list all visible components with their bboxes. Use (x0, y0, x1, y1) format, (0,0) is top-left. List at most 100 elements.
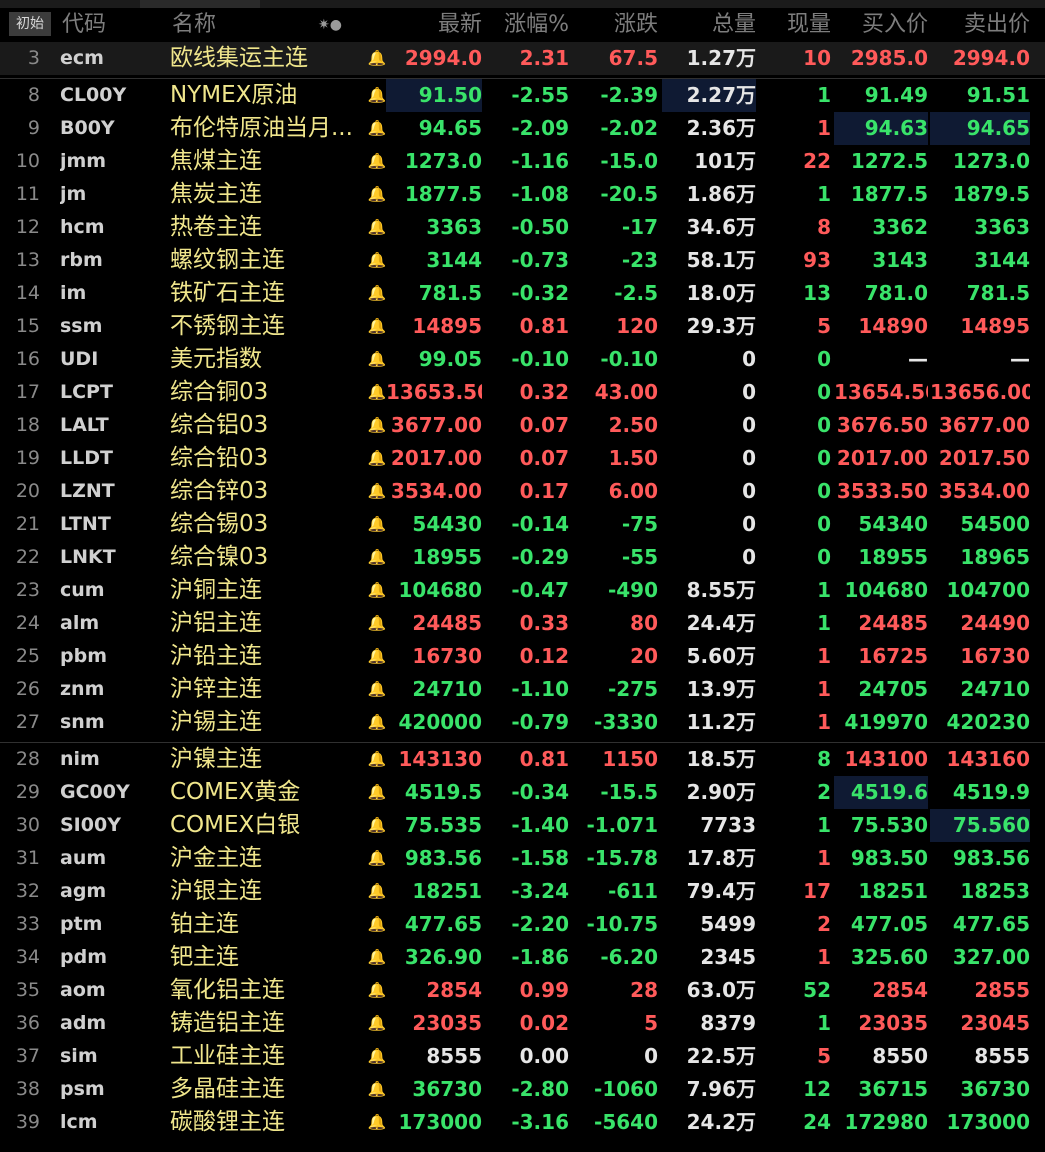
table-row[interactable]: 39 lcm 碳酸锂主连 🔔 173000 -3.16 -5640 24.2万 24 172980… (0, 1106, 1045, 1139)
table-row[interactable]: 25 pbm 沪铅主连 🔔 16730 0.12 20 5.60万 1 16725 16730 (0, 640, 1045, 673)
bell-icon[interactable]: 🔔 (366, 776, 388, 809)
table-row[interactable]: 17LCPT综合铜03🔔13653.500.3243.000013654.501… (0, 376, 1045, 409)
row-index: 11 (15, 183, 40, 205)
table-row[interactable]: 23 cum 沪铜主连 🔔 104680 -0.47 -490 8.55万 1 104680 104… (0, 574, 1045, 607)
row-ask-price: 3534.00 (938, 479, 1030, 503)
bell-icon[interactable]: 🔔 (366, 974, 388, 1007)
row-ask-price: 4519.9 (952, 780, 1030, 804)
table-row[interactable]: 24 alm 沪铝主连 🔔 24485 0.33 80 24.4万 1 24485 24490 (0, 607, 1045, 640)
row-volume: 79.4万 (686, 879, 756, 903)
bell-icon[interactable]: 🔔 (366, 809, 388, 842)
row-code: ecm (60, 47, 104, 69)
bell-icon[interactable]: 🔔 (366, 211, 388, 244)
bell-icon[interactable]: 🔔 (366, 574, 388, 607)
bell-icon[interactable]: 🔔 (366, 376, 388, 409)
table-row[interactable]: 19 LLDT 综合铅03 🔔 2017.00 0.07 1.50 0 0 2017.00 2017… (0, 442, 1045, 475)
table-row[interactable]: 33 ptm 铂主连 🔔 477.65 -2.20 -10.75 5499 2 477.05 477… (0, 908, 1045, 941)
header-change-pct[interactable]: 涨幅% (485, 8, 569, 42)
table-row[interactable]: 38 psm 多晶硅主连 🔔 36730 -2.80 -1060 7.96万 12 36715 36… (0, 1073, 1045, 1106)
bell-icon[interactable]: 🔔 (366, 178, 388, 211)
table-row[interactable]: 10 jmm 焦煤主连 🔔 1273.0 -1.16 -15.0 101万 22 1272.5 12… (0, 145, 1045, 178)
row-code: psm (60, 1078, 105, 1100)
table-row[interactable]: 27 snm 沪锡主连 🔔 420000 -0.79 -3330 11.2万 1 419970 42… (0, 706, 1045, 739)
bell-icon[interactable]: 🔔 (366, 310, 388, 343)
table-row[interactable]: 31 aum 沪金主连 🔔 983.56 -1.58 -15.78 17.8万 1 983.50 9… (0, 842, 1045, 875)
row-code: LLDT (60, 447, 113, 469)
bell-icon[interactable]: 🔔 (366, 277, 388, 310)
row-name: 钯主连 (170, 944, 239, 970)
row-last-price: 18251 (412, 879, 482, 903)
header-name[interactable]: 名称 (172, 8, 216, 42)
bell-icon[interactable]: 🔔 (366, 145, 388, 178)
row-current-volume: 12 (803, 1077, 831, 1101)
bell-icon[interactable]: 🔔 (366, 1040, 388, 1073)
table-row[interactable]: 14 im 铁矿石主连 🔔 781.5 -0.32 -2.5 18.0万 13 781.0 781.… (0, 277, 1045, 310)
row-index: 37 (15, 1045, 40, 1067)
table-row[interactable]: 37 sim 工业硅主连 🔔 8555 0.00 0 22.5万 5 8550 8555 (0, 1040, 1045, 1073)
table-row[interactable]: 12 hcm 热卷主连 🔔 3363 -0.50 -17 34.6万 8 3362 3363 (0, 211, 1045, 244)
row-current-volume: 5 (817, 314, 831, 338)
header-bid[interactable]: 买入价 (834, 8, 928, 42)
bell-icon[interactable]: 🔔 (366, 607, 388, 640)
table-row[interactable]: 8 CL00Y NYMEX原油 🔔 91.50 -2.55 -2.39 2.27万 1 91.49… (0, 79, 1045, 112)
bell-icon[interactable]: 🔔 (366, 842, 388, 875)
bell-icon[interactable]: 🔔 (366, 442, 388, 475)
row-name: 沪镍主连 (170, 746, 262, 772)
bell-icon[interactable]: 🔔 (366, 673, 388, 706)
bell-icon[interactable]: 🔔 (366, 79, 388, 112)
row-name: 铸造铝主连 (170, 1010, 285, 1036)
header-code[interactable]: 代码 (62, 8, 106, 42)
bell-icon[interactable]: 🔔 (366, 112, 388, 145)
row-last-price: 3534.00 (390, 479, 482, 503)
bell-icon[interactable]: 🔔 (366, 409, 388, 442)
table-row[interactable]: 9 B00Y 布伦特原油当月... 🔔 94.65 -2.09 -2.02 2.36万 1 94.… (0, 112, 1045, 145)
bell-icon[interactable]: 🔔 (366, 1106, 388, 1139)
table-row[interactable]: 11 jm 焦炭主连 🔔 1877.5 -1.08 -20.5 1.86万 1 1877.5 187… (0, 178, 1045, 211)
row-ask-price: 781.5 (966, 281, 1030, 305)
table-row[interactable]: 28 nim 沪镍主连 🔔 143130 0.81 1150 18.5万 8 143100 1431… (0, 743, 1045, 776)
row-change: 1150 (602, 747, 658, 771)
bell-icon[interactable]: 🔔 (366, 640, 388, 673)
table-row[interactable]: 3 ecm 欧线集运主连 🔔 2994.0 2.31 67.5 1.27万 10 2985.0 29… (0, 42, 1045, 75)
initial-sort-button[interactable]: 初始 (9, 12, 51, 36)
header-volume[interactable]: 总量 (662, 8, 756, 42)
header-last[interactable]: 最新 (386, 8, 482, 42)
bell-icon[interactable]: 🔔 (366, 343, 388, 376)
row-change-pct: -0.73 (511, 248, 569, 272)
table-row[interactable]: 26 znm 沪锌主连 🔔 24710 -1.10 -275 13.9万 1 24705 24710 (0, 673, 1045, 706)
bell-icon[interactable]: 🔔 (366, 508, 388, 541)
bell-icon[interactable]: 🔔 (366, 1007, 388, 1040)
bell-icon[interactable]: 🔔 (366, 42, 388, 75)
table-row[interactable]: 35 aom 氧化铝主连 🔔 2854 0.99 28 63.0万 52 2854 2855 (0, 974, 1045, 1007)
table-row[interactable]: 15 ssm 不锈钢主连 🔔 14895 0.81 120 29.3万 5 14890 14895 (0, 310, 1045, 343)
bell-icon[interactable]: 🔔 (366, 941, 388, 974)
bell-icon[interactable]: 🔔 (366, 908, 388, 941)
table-row[interactable]: 36 adm 铸造铝主连 🔔 23035 0.02 5 8379 1 23035 23045 (0, 1007, 1045, 1040)
bell-icon[interactable]: 🔔 (366, 1073, 388, 1106)
table-row[interactable]: 18 LALT 综合铝03 🔔 3677.00 0.07 2.50 0 0 3676.50 3677… (0, 409, 1045, 442)
row-ask-price: 2017.50 (938, 446, 1030, 470)
row-volume: 18.5万 (686, 747, 756, 771)
table-row[interactable]: 20 LZNT 综合锌03 🔔 3534.00 0.17 6.00 0 0 3533.50 3534… (0, 475, 1045, 508)
bell-icon[interactable]: 🔔 (366, 875, 388, 908)
table-row[interactable]: 13 rbm 螺纹钢主连 🔔 3144 -0.73 -23 58.1万 93 3143 3144 (0, 244, 1045, 277)
table-row[interactable]: 21 LTNT 综合锡03 🔔 54430 -0.14 -75 0 0 54340 54500 (0, 508, 1045, 541)
header-current-volume[interactable]: 现量 (758, 8, 831, 42)
row-index: 20 (15, 480, 40, 502)
row-current-volume: 22 (803, 149, 831, 173)
bell-icon[interactable]: 🔔 (366, 475, 388, 508)
table-row[interactable]: 16 UDI 美元指数 🔔 99.05 -0.10 -0.10 0 0 — — (0, 343, 1045, 376)
bell-icon[interactable]: 🔔 (366, 706, 388, 739)
bell-icon[interactable]: 🔔 (366, 244, 388, 277)
header-change[interactable]: 涨跌 (572, 8, 658, 42)
table-row[interactable]: 29 GC00Y COMEX黄金 🔔 4519.5 -0.34 -15.5 2.90万 2 451… (0, 776, 1045, 809)
toolbar-tab-fragment[interactable] (140, 0, 260, 8)
table-row[interactable]: 32 agm 沪银主连 🔔 18251 -3.24 -611 79.4万 17 18251 1825… (0, 875, 1045, 908)
bell-icon[interactable]: 🔔 (366, 743, 388, 776)
table-row[interactable]: 34 pdm 钯主连 🔔 326.90 -1.86 -6.20 2345 1 325.60 327.… (0, 941, 1045, 974)
table-row[interactable]: 22 LNKT 综合镍03 🔔 18955 -0.29 -55 0 0 18955 18965 (0, 541, 1045, 574)
bell-icon[interactable]: 🔔 (366, 541, 388, 574)
table-row[interactable]: 30 SI00Y COMEX白银 🔔 75.535 -1.40 -1.071 7733 1 75.… (0, 809, 1045, 842)
header-ask[interactable]: 卖出价 (930, 8, 1030, 42)
settings-dot-icon[interactable]: ✷● (318, 8, 342, 42)
